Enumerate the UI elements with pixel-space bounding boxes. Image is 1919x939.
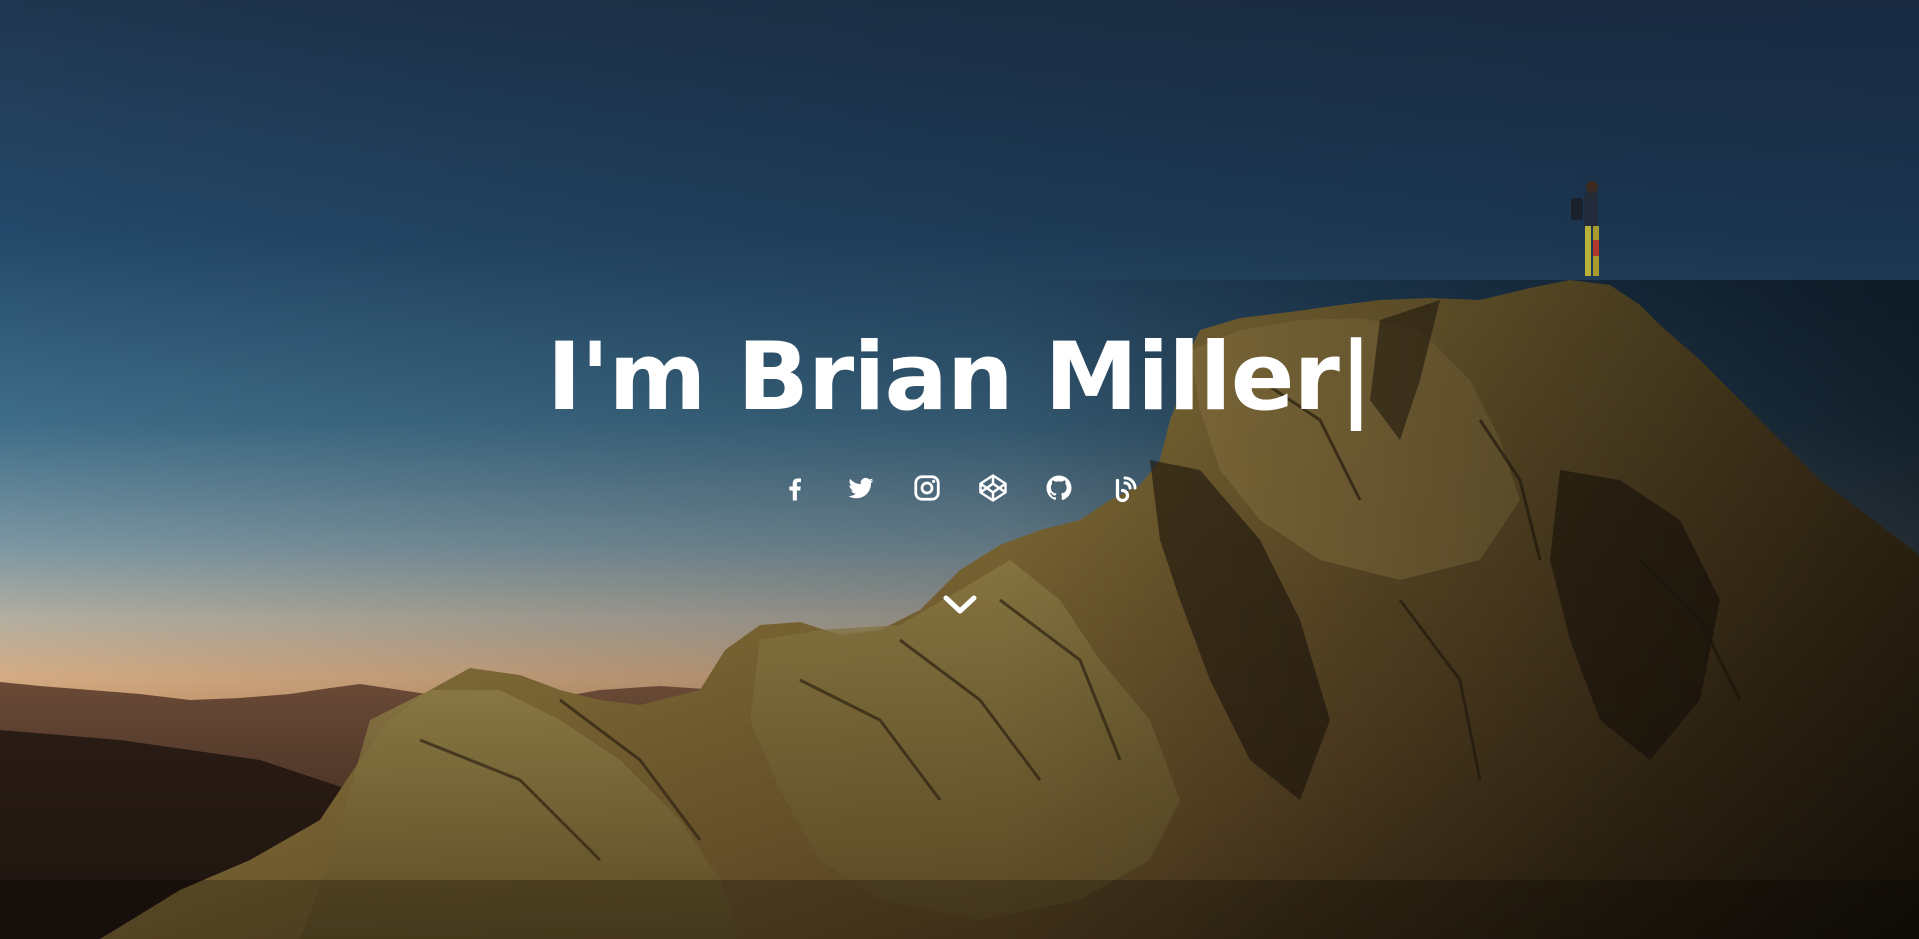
- headline-prefix: I'm: [546, 323, 738, 432]
- codepen-icon: [978, 474, 1007, 502]
- social-links: [0, 466, 1919, 510]
- instagram-icon: [913, 475, 940, 501]
- twitter-icon: [848, 477, 873, 499]
- hero-headline: I'm Brian Miller|: [0, 318, 1919, 438]
- hero-name: Brian Miller: [737, 323, 1340, 432]
- hero-section: I'm Brian Miller|: [0, 0, 1919, 939]
- typing-cursor: |: [1338, 323, 1373, 432]
- scroll-down-button[interactable]: [940, 590, 980, 620]
- blogger-rss-icon: [1115, 476, 1136, 503]
- blog-link[interactable]: [1103, 466, 1147, 510]
- chevron-down-icon: [943, 595, 977, 614]
- instagram-link[interactable]: [905, 466, 949, 510]
- facebook-link[interactable]: [773, 466, 817, 510]
- hero-content: I'm Brian Miller|: [0, 0, 1919, 939]
- github-link[interactable]: [1037, 466, 1081, 510]
- twitter-link[interactable]: [839, 466, 883, 510]
- codepen-link[interactable]: [971, 466, 1015, 510]
- facebook-icon: [788, 478, 801, 501]
- github-icon: [1046, 475, 1071, 501]
